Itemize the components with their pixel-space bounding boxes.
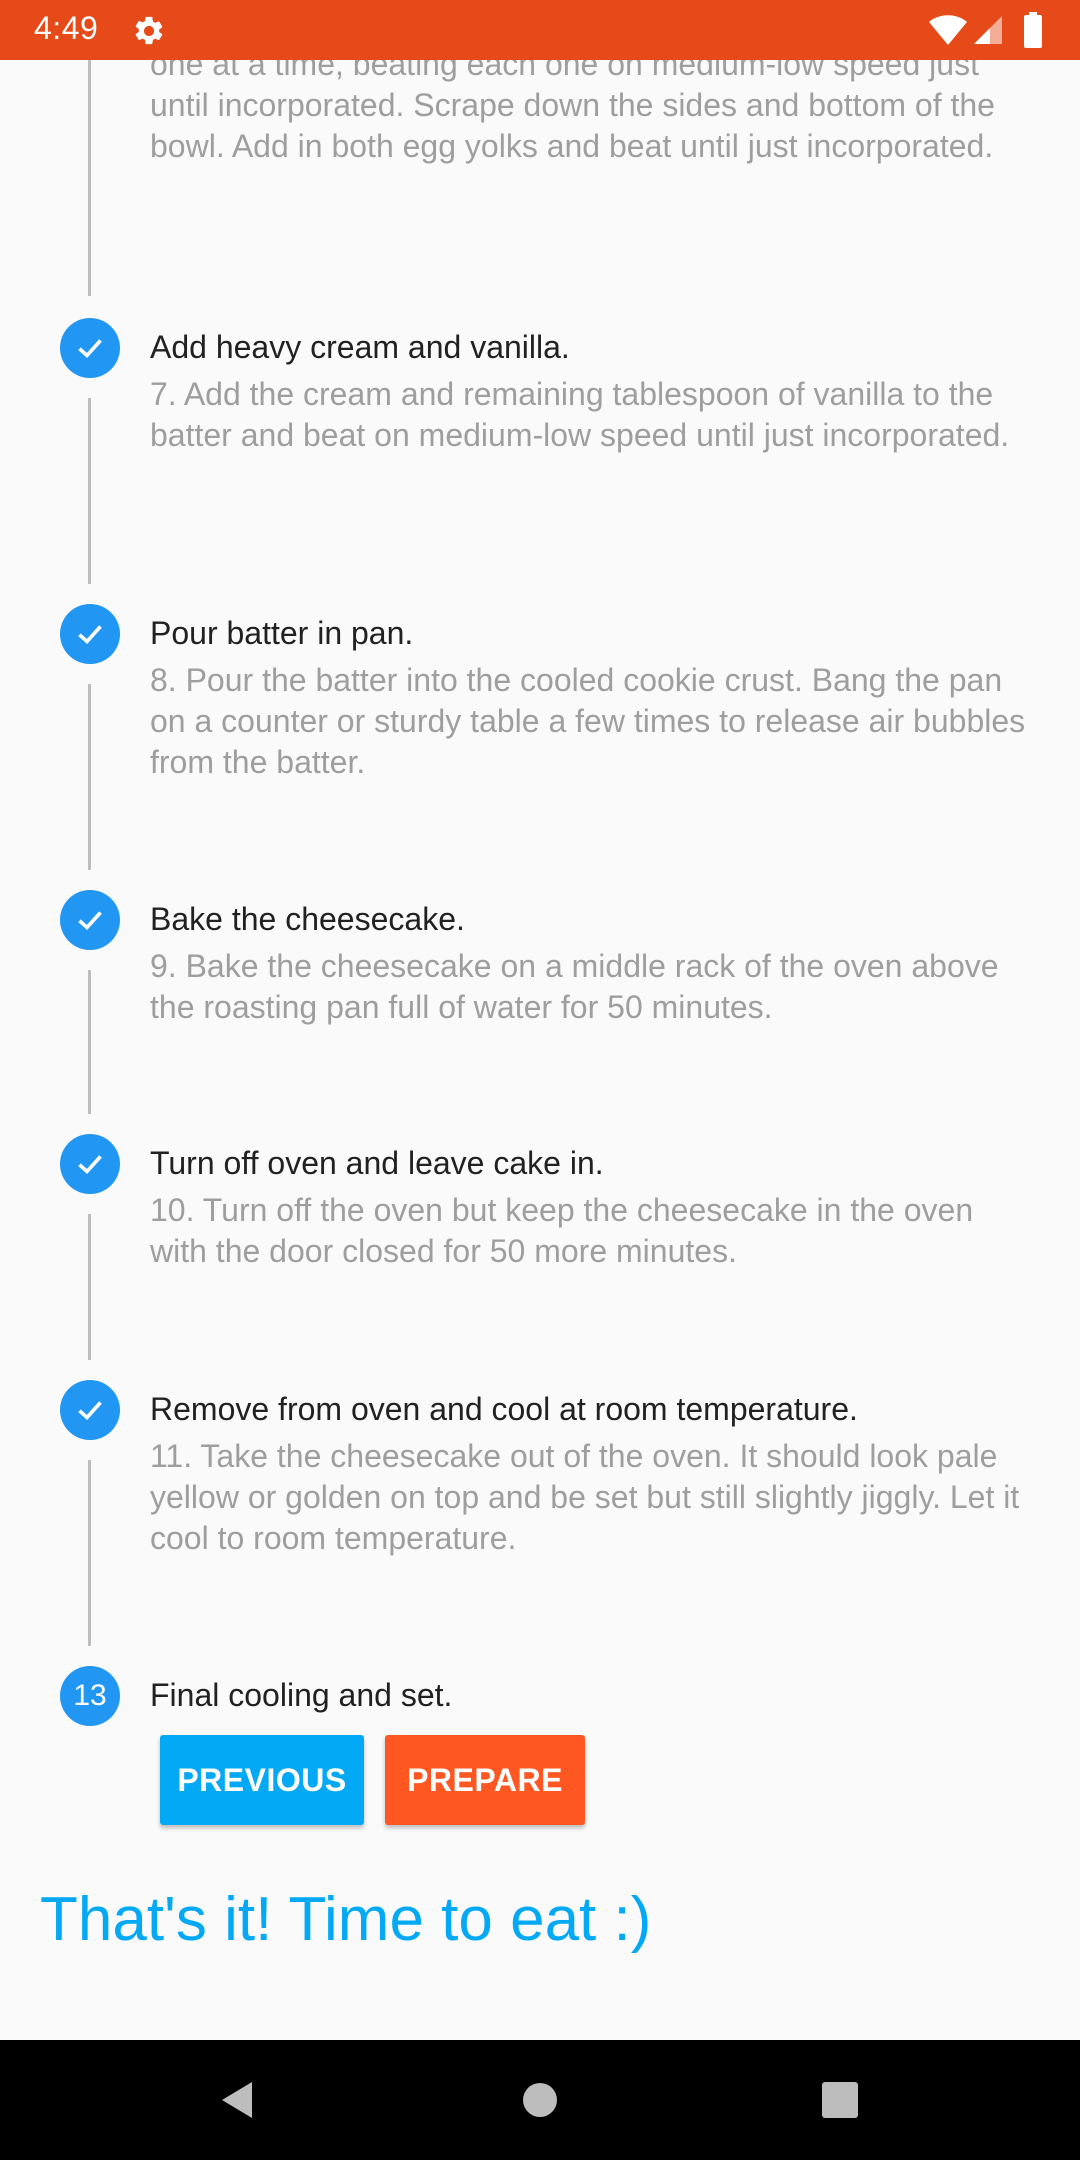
navigation-bar bbox=[0, 2040, 1080, 2160]
step-check-badge bbox=[60, 604, 120, 664]
step-description: 11. Take the cheesecake out of the oven.… bbox=[150, 1438, 1020, 1556]
status-bar: 4:49 bbox=[0, 0, 1080, 60]
gear-icon bbox=[135, 16, 163, 45]
status-time: 4:49 bbox=[34, 10, 99, 46]
step-connector-line bbox=[88, 398, 91, 584]
step-connector-line bbox=[88, 1214, 91, 1360]
step-check-badge bbox=[60, 318, 120, 378]
step-number-badge: 13 bbox=[60, 1666, 120, 1726]
step-title: Remove from oven and cool at room temper… bbox=[150, 1391, 858, 1427]
step-description: 8. Pour the batter into the cooled cooki… bbox=[150, 662, 1026, 780]
cell-signal-icon bbox=[974, 16, 1002, 44]
step-title: Pour batter in pan. bbox=[150, 615, 414, 651]
step-connector-line bbox=[88, 60, 91, 296]
home-icon[interactable] bbox=[520, 2080, 560, 2120]
step-title: Final cooling and set. bbox=[150, 1677, 453, 1713]
step-connector-line bbox=[88, 1460, 91, 1646]
previous-button[interactable]: PREVIOUS bbox=[160, 1735, 364, 1825]
check-icon bbox=[78, 1401, 102, 1421]
step-connector-line bbox=[88, 684, 91, 870]
step-description: 7. Add the cream and remaining tablespoo… bbox=[150, 376, 1010, 453]
step-description: 10. Turn off the oven but keep the chees… bbox=[150, 1192, 974, 1269]
step-title: Turn off oven and leave cake in. bbox=[150, 1145, 604, 1181]
step-title: Bake the cheesecake. bbox=[150, 901, 465, 937]
step-check-badge bbox=[60, 1134, 120, 1194]
wifi-icon bbox=[929, 15, 967, 45]
step-title: Add heavy cream and vanilla. bbox=[150, 329, 570, 365]
check-icon bbox=[78, 625, 102, 645]
step-connector-line bbox=[88, 970, 91, 1114]
back-icon[interactable] bbox=[218, 2080, 258, 2120]
battery-icon bbox=[1024, 12, 1042, 48]
step-check-badge bbox=[60, 890, 120, 950]
step-description: one at a time, beating each one on mediu… bbox=[150, 60, 995, 164]
step-check-badge bbox=[60, 1380, 120, 1440]
recents-icon[interactable] bbox=[820, 2080, 860, 2120]
prepare-button[interactable]: PREPARE bbox=[385, 1735, 585, 1825]
final-message: That's it! Time to eat :) bbox=[40, 1885, 652, 1954]
steps-scroll-area[interactable]: one at a time, beating each one on mediu… bbox=[0, 60, 1080, 2040]
step-description: 9. Bake the cheesecake on a middle rack … bbox=[150, 948, 999, 1025]
check-icon bbox=[78, 339, 102, 359]
check-icon bbox=[78, 911, 102, 931]
check-icon bbox=[78, 1155, 102, 1175]
